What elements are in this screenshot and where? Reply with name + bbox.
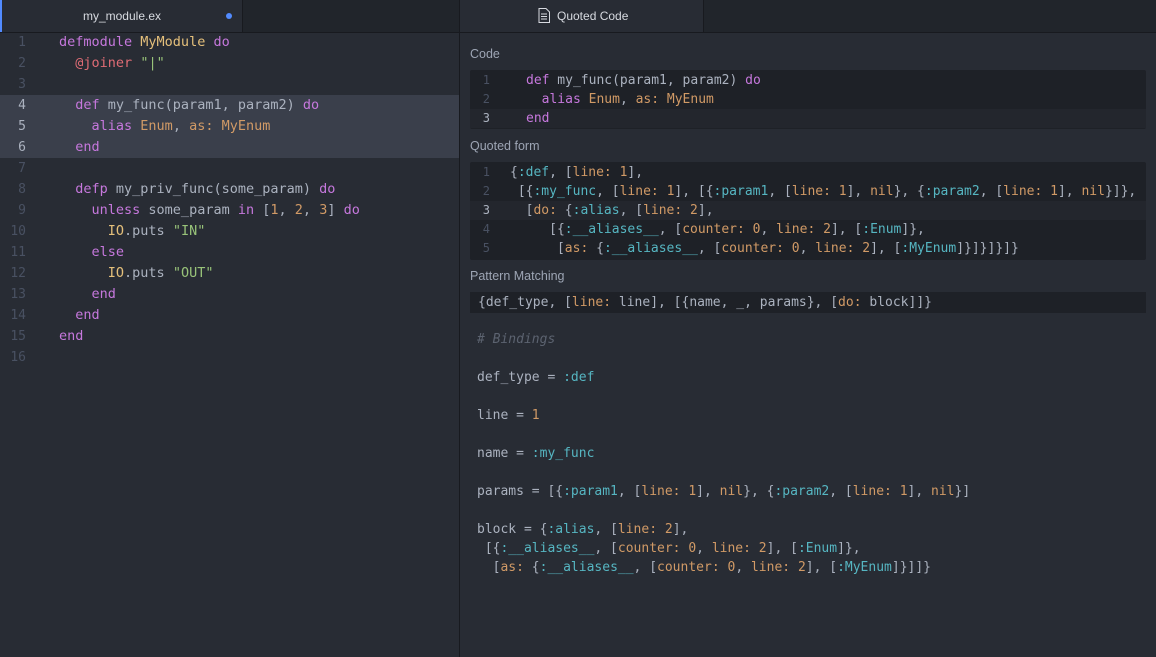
tab-my-module[interactable]: my_module.ex [0, 0, 242, 32]
pattern-input[interactable]: {def_type, [line: line], [{name, _, para… [470, 292, 1146, 313]
line-number: 8 [18, 182, 26, 197]
code-line: 3 [0, 74, 459, 95]
code-line: 10 IO.puts "IN" [0, 221, 459, 242]
code-line: 13 end [0, 284, 459, 305]
code-box[interactable]: 1 def my_func(param1, param2) do 2 alias … [470, 70, 1146, 129]
quoted-form-box[interactable]: 1 {:def, [line: 1], 2 [{:my_func, [line: … [470, 162, 1146, 260]
binding-name: name = :my_func [477, 446, 595, 461]
code-line: 1 def my_func(param1, param2) do [470, 71, 1146, 90]
binding-params: params = [{:param1, [line: 1], nil}, {:p… [477, 484, 971, 499]
code-line-selected: 5 alias Enum, as: MyEnum [0, 116, 459, 137]
line-number: 10 [10, 224, 26, 239]
tab-title: Quoted Code [557, 9, 629, 23]
quoted-form-section-label: Quoted form [470, 139, 540, 153]
code-line: 9 unless some_param in [1, 2, 3] do [0, 200, 459, 221]
binding-block: [as: {:__aliases__, [counter: 0, line: 2… [477, 560, 932, 575]
code-line: 1 defmodule MyModule do [0, 32, 459, 53]
code-line-current: 3 end [470, 109, 1146, 128]
binding-def-type: def_type = :def [477, 370, 595, 385]
code-line: 11 else [0, 242, 459, 263]
code-line-selected: 6 end [0, 137, 459, 158]
line-number: 1 [18, 35, 26, 50]
code-line: 1 {:def, [line: 1], [470, 163, 1146, 182]
line-number: 15 [10, 329, 26, 344]
modified-dot-icon [226, 13, 232, 19]
line-number: 16 [10, 350, 26, 365]
editor-code-area[interactable]: 1 defmodule MyModule do 2 @joiner "|" 3 4… [0, 32, 459, 368]
code-line: 2 @joiner "|" [0, 53, 459, 74]
line-number: 5 [18, 119, 26, 134]
code-line: 2 alias Enum, as: MyEnum [470, 90, 1146, 109]
line-number: 3 [18, 77, 26, 92]
line-number: 4 [18, 98, 26, 113]
line-number: 12 [10, 266, 26, 281]
line-number: 2 [482, 184, 490, 198]
code-line: 15 end [0, 326, 459, 347]
line-number: 9 [18, 203, 26, 218]
tab-divider [242, 0, 243, 32]
code-line: 14 end [0, 305, 459, 326]
binding-block: [{:__aliases__, [counter: 0, line: 2], [… [477, 541, 861, 556]
quoted-tab-bar: Quoted Code [460, 0, 1156, 33]
line-number: 13 [10, 287, 26, 302]
binding-line: line = 1 [477, 408, 540, 423]
line-number: 5 [482, 241, 490, 255]
code-line: 5 [as: {:__aliases__, [counter: 0, line:… [470, 239, 1146, 258]
line-number: 14 [10, 308, 26, 323]
line-number: 6 [18, 140, 26, 155]
line-number: 11 [10, 245, 26, 260]
code-line: 16 [0, 347, 459, 368]
line-number: 1 [482, 73, 490, 87]
pattern-matching-section-label: Pattern Matching [470, 269, 565, 283]
binding-block: block = {:alias, [line: 2], [477, 522, 689, 537]
line-number: 7 [18, 161, 26, 176]
line-number: 3 [482, 111, 490, 125]
code-line: 12 IO.puts "OUT" [0, 263, 459, 284]
code-line: 8 defp my_priv_func(some_param) do [0, 179, 459, 200]
line-number: 1 [482, 165, 490, 179]
line-number: 3 [482, 203, 490, 217]
code-line-selected: 4 def my_func(param1, param2) do [0, 95, 459, 116]
code-line: 7 [0, 158, 459, 179]
code-line-current: 3 [do: {:alias, [line: 2], [470, 201, 1146, 220]
bindings-comment: # Bindings [477, 332, 556, 347]
editor-pane[interactable]: my_module.ex 1 defmodule MyModule do 2 @j… [0, 0, 459, 657]
tab-title: my_module.ex [82, 9, 162, 23]
quoted-code-pane: Quoted Code Code 1 def my_func(param1, pa… [460, 0, 1156, 657]
line-number: 4 [482, 222, 490, 236]
code-line: 2 [{:my_func, [line: 1], [{:param1, [lin… [470, 182, 1146, 201]
file-text-icon [538, 8, 550, 23]
code-line: 4 [{:__aliases__, [counter: 0, line: 2],… [470, 220, 1146, 239]
line-number: 2 [18, 56, 26, 71]
editor-tab-bar: my_module.ex [0, 0, 459, 33]
code-section-label: Code [470, 47, 500, 61]
tab-quoted-code[interactable]: Quoted Code [460, 0, 704, 32]
line-number: 2 [482, 92, 490, 106]
